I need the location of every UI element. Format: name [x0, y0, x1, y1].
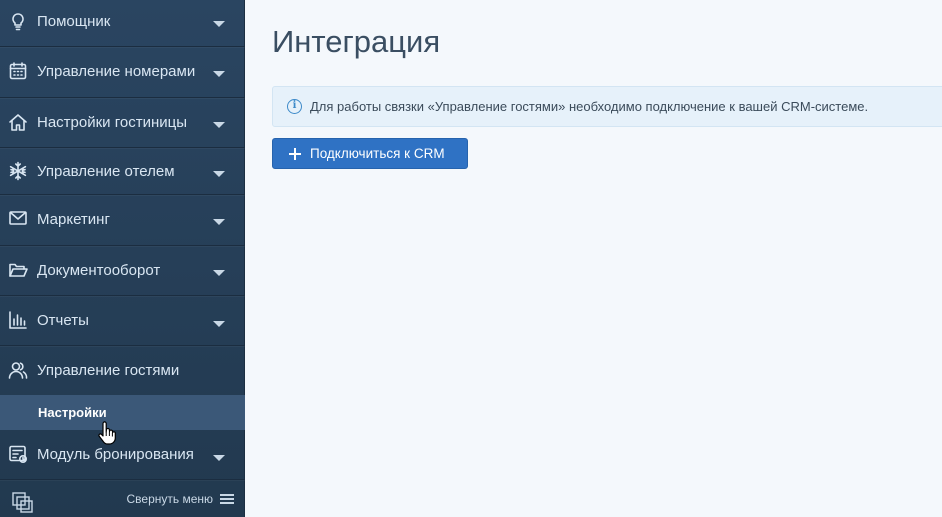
- sidebar-item-label: Управление номерами: [37, 63, 196, 80]
- chevron-down-icon[interactable]: [213, 122, 225, 128]
- sidebar-item-label: Документооборот: [37, 262, 161, 279]
- main-content: Интеграция i Для работы связки «Управлен…: [246, 0, 942, 517]
- sidebar-item-label: Управление гостями: [37, 362, 180, 379]
- sidebar-item-assistant[interactable]: Помощник: [0, 0, 245, 47]
- hand-pointer-icon: [98, 421, 116, 445]
- alert-text: Для работы связки «Управление гостями» н…: [310, 99, 869, 114]
- calendar-icon: [7, 60, 29, 82]
- collapse-menu-row: Свернуть меню: [0, 480, 245, 517]
- connect-crm-label: Подключиться к CRM: [310, 146, 445, 161]
- info-icon: i: [287, 99, 302, 114]
- snowflake-icon: [7, 160, 29, 182]
- sidebar-subitem-label: Настройки: [38, 405, 107, 420]
- sidebar-item-documents[interactable]: Документооборот: [0, 246, 245, 296]
- folder-open-icon: [7, 259, 29, 281]
- sidebar-item-booking-module[interactable]: Модуль бронирования: [0, 430, 245, 480]
- chevron-down-icon[interactable]: [213, 71, 225, 77]
- sidebar-item-marketing[interactable]: Маркетинг: [0, 195, 245, 246]
- sidebar-item-hotel-settings[interactable]: Настройки гостиницы: [0, 98, 245, 148]
- sidebar-item-room-management[interactable]: Управление номерами: [0, 47, 245, 98]
- sidebar-item-label: Модуль бронирования: [37, 446, 194, 463]
- bar-chart-icon: [7, 309, 29, 331]
- chevron-down-icon[interactable]: [213, 21, 225, 27]
- page-title: Интеграция: [272, 24, 441, 59]
- info-alert: i Для работы связки «Управление гостями»…: [272, 86, 942, 127]
- windows-icon[interactable]: [12, 492, 34, 514]
- booking-module-icon: [7, 443, 29, 465]
- chevron-down-icon[interactable]: [213, 455, 225, 461]
- sidebar-item-guest-management[interactable]: Управление гостями: [0, 346, 245, 395]
- chevron-down-icon[interactable]: [213, 270, 225, 276]
- plus-icon: [289, 147, 301, 160]
- sidebar-item-reports[interactable]: Отчеты: [0, 296, 245, 346]
- chevron-down-icon[interactable]: [213, 321, 225, 327]
- hamburger-icon[interactable]: [220, 494, 234, 504]
- sidebar-item-label: Маркетинг: [37, 211, 110, 228]
- sidebar-item-label: Отчеты: [37, 312, 89, 329]
- sidebar: Помощник Управление номерами Настройки г…: [0, 0, 245, 517]
- connect-crm-button[interactable]: Подключиться к CRM: [272, 138, 468, 169]
- sidebar-item-label: Помощник: [37, 13, 111, 30]
- users-icon: [7, 359, 29, 381]
- home-icon: [7, 111, 29, 133]
- envelope-icon: [7, 207, 29, 229]
- lightbulb-icon: [7, 11, 29, 33]
- sidebar-item-label: Настройки гостиницы: [37, 114, 187, 131]
- chevron-down-icon[interactable]: [213, 219, 225, 225]
- sidebar-item-hotel-management[interactable]: Управление отелем: [0, 148, 245, 195]
- sidebar-subitem-settings[interactable]: Настройки: [0, 395, 245, 430]
- chevron-down-icon[interactable]: [213, 171, 225, 177]
- collapse-menu-button[interactable]: Свернуть меню: [126, 492, 213, 506]
- sidebar-item-label: Управление отелем: [37, 163, 175, 180]
